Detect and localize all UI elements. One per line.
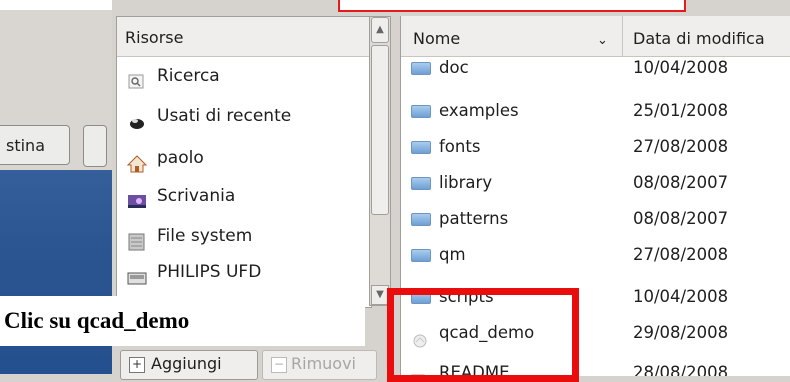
file-row[interactable]: patterns 08/08/2007 — [401, 200, 790, 238]
recent-icon — [127, 107, 147, 129]
file-date: 08/08/2007 — [633, 173, 729, 192]
place-label: paolo — [157, 148, 204, 168]
file-list-header: Nome ⌄ Data di modifica — [401, 16, 790, 57]
column-header-date[interactable]: Data di modifica — [625, 16, 790, 56]
place-item-desktop[interactable]: Scrivania — [117, 177, 371, 215]
search-icon — [127, 67, 147, 89]
place-label: Scrivania — [157, 186, 236, 206]
file-name: library — [439, 173, 493, 192]
highlight-box-qcad-demo — [387, 288, 579, 382]
file-date: 25/01/2008 — [633, 101, 729, 120]
background-small-button[interactable] — [83, 125, 107, 167]
file-row[interactable]: fonts 27/08/2008 — [401, 128, 790, 166]
file-date: 10/04/2008 — [633, 287, 729, 306]
background-tab-button[interactable]: stina — [0, 125, 70, 165]
instruction-caption: Clic su qcad_demo — [0, 296, 365, 346]
scrollbar-thumb[interactable] — [371, 45, 389, 215]
file-row[interactable]: examples 25/01/2008 — [401, 92, 790, 130]
places-header[interactable]: Risorse — [117, 17, 371, 57]
remove-place-button[interactable]: − Rimuovi — [262, 350, 377, 380]
folder-icon — [411, 213, 431, 226]
file-date: 27/08/2008 — [633, 245, 729, 264]
folder-icon — [411, 105, 431, 118]
place-item-usb[interactable]: PHILIPS UFD — [117, 253, 371, 291]
home-icon — [126, 149, 148, 173]
file-date: 29/08/2008 — [633, 323, 729, 342]
drive-icon — [127, 227, 147, 251]
minus-icon: − — [271, 357, 287, 373]
file-name: examples — [439, 101, 519, 120]
place-item-search[interactable]: Ricerca — [117, 57, 371, 95]
file-date: 27/08/2008 — [633, 137, 729, 156]
folder-icon — [411, 177, 431, 190]
highlight-box-top — [338, 0, 686, 12]
add-place-button[interactable]: + Aggiungi — [120, 350, 258, 380]
scroll-up-arrow-icon[interactable]: ▲ — [371, 17, 389, 43]
folder-icon — [411, 62, 431, 75]
add-label: Aggiungi — [151, 354, 222, 373]
place-label: Ricerca — [157, 66, 220, 86]
plus-icon: + — [129, 357, 145, 373]
place-label: PHILIPS UFD — [157, 262, 262, 282]
place-label: Usati di recente — [157, 106, 292, 126]
place-item-home[interactable]: paolo — [117, 139, 371, 177]
file-name: patterns — [439, 209, 509, 228]
place-item-recent[interactable]: Usati di recente — [117, 97, 371, 135]
file-date: 08/08/2007 — [633, 209, 729, 228]
file-date: 10/04/2008 — [633, 58, 729, 77]
sidebar-scrollbar[interactable]: ▲ ▼ — [369, 16, 391, 306]
file-name: doc — [439, 58, 469, 77]
folder-icon — [411, 141, 431, 154]
places-sidebar: Risorse Ricerca Usati di recente paolo S… — [116, 16, 372, 308]
file-row[interactable]: qm 27/08/2008 — [401, 236, 790, 274]
place-label: File system — [157, 226, 253, 246]
column-header-name[interactable]: Nome — [401, 16, 623, 56]
sort-down-icon[interactable]: ⌄ — [597, 33, 611, 48]
remove-label: Rimuovi — [291, 354, 356, 373]
file-row[interactable]: library 08/08/2007 — [401, 164, 790, 202]
usb-drive-icon — [127, 263, 147, 285]
file-name: qm — [439, 245, 466, 264]
desktop-icon — [127, 187, 147, 208]
file-row[interactable]: doc 10/04/2008 — [401, 56, 790, 94]
folder-icon — [411, 249, 431, 262]
file-date: 28/08/2008 — [633, 363, 729, 376]
place-item-filesystem[interactable]: File system — [117, 217, 371, 255]
file-name: fonts — [439, 137, 481, 156]
